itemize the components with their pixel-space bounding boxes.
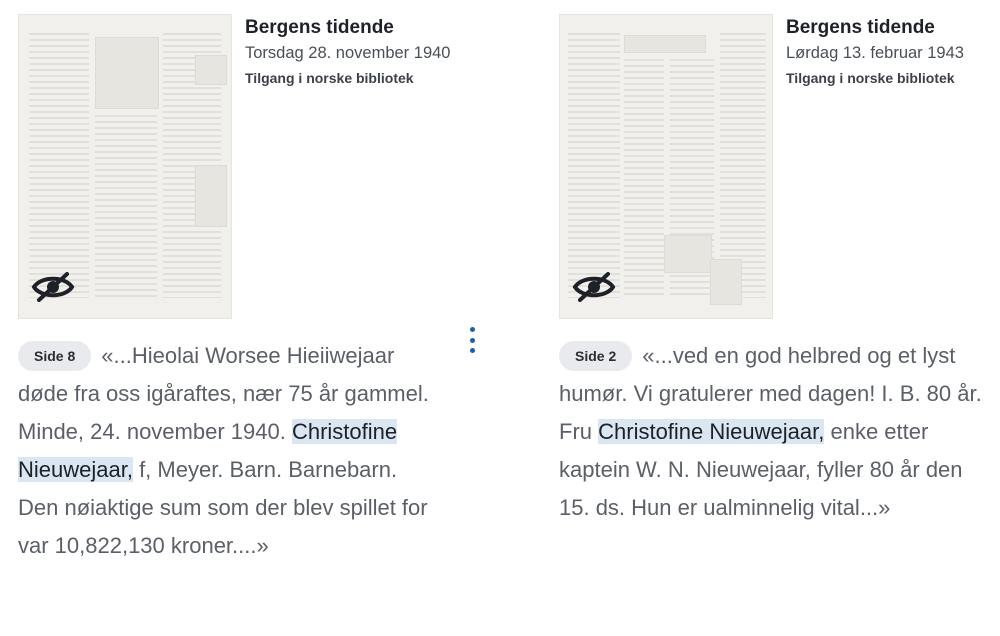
newspaper-title[interactable]: Bergens tidende <box>245 16 450 40</box>
newspaper-thumbnail[interactable] <box>559 14 773 319</box>
eye-off-icon <box>31 272 75 302</box>
issue-date: Lørdag 13. februar 1943 <box>786 44 964 62</box>
newspaper-thumbnail[interactable] <box>18 14 232 319</box>
more-vertical-icon[interactable] <box>466 327 478 353</box>
newspaper-title[interactable]: Bergens tidende <box>786 16 964 40</box>
result-snippet: Side 2 «...ved en god helbred og et lyst … <box>559 337 989 527</box>
access-label: Tilgang i norske bibliotek <box>245 70 414 86</box>
issue-date: Torsdag 28. november 1940 <box>245 44 451 62</box>
result-snippet: Side 8 «...Hieolai Worsee Hieiiwejaar død… <box>18 337 438 565</box>
snippet-highlight: Christofine Nieuwejaar, <box>598 419 825 444</box>
access-label: Tilgang i norske bibliotek <box>786 70 955 86</box>
result-meta: Bergens tidende Lørdag 13. februar 1943 … <box>786 16 964 88</box>
page-badge[interactable]: Side 2 <box>559 341 633 371</box>
eye-off-icon <box>572 272 616 302</box>
result-meta: Bergens tidende Torsdag 28. november 194… <box>245 16 450 88</box>
page-badge[interactable]: Side 8 <box>18 341 92 371</box>
